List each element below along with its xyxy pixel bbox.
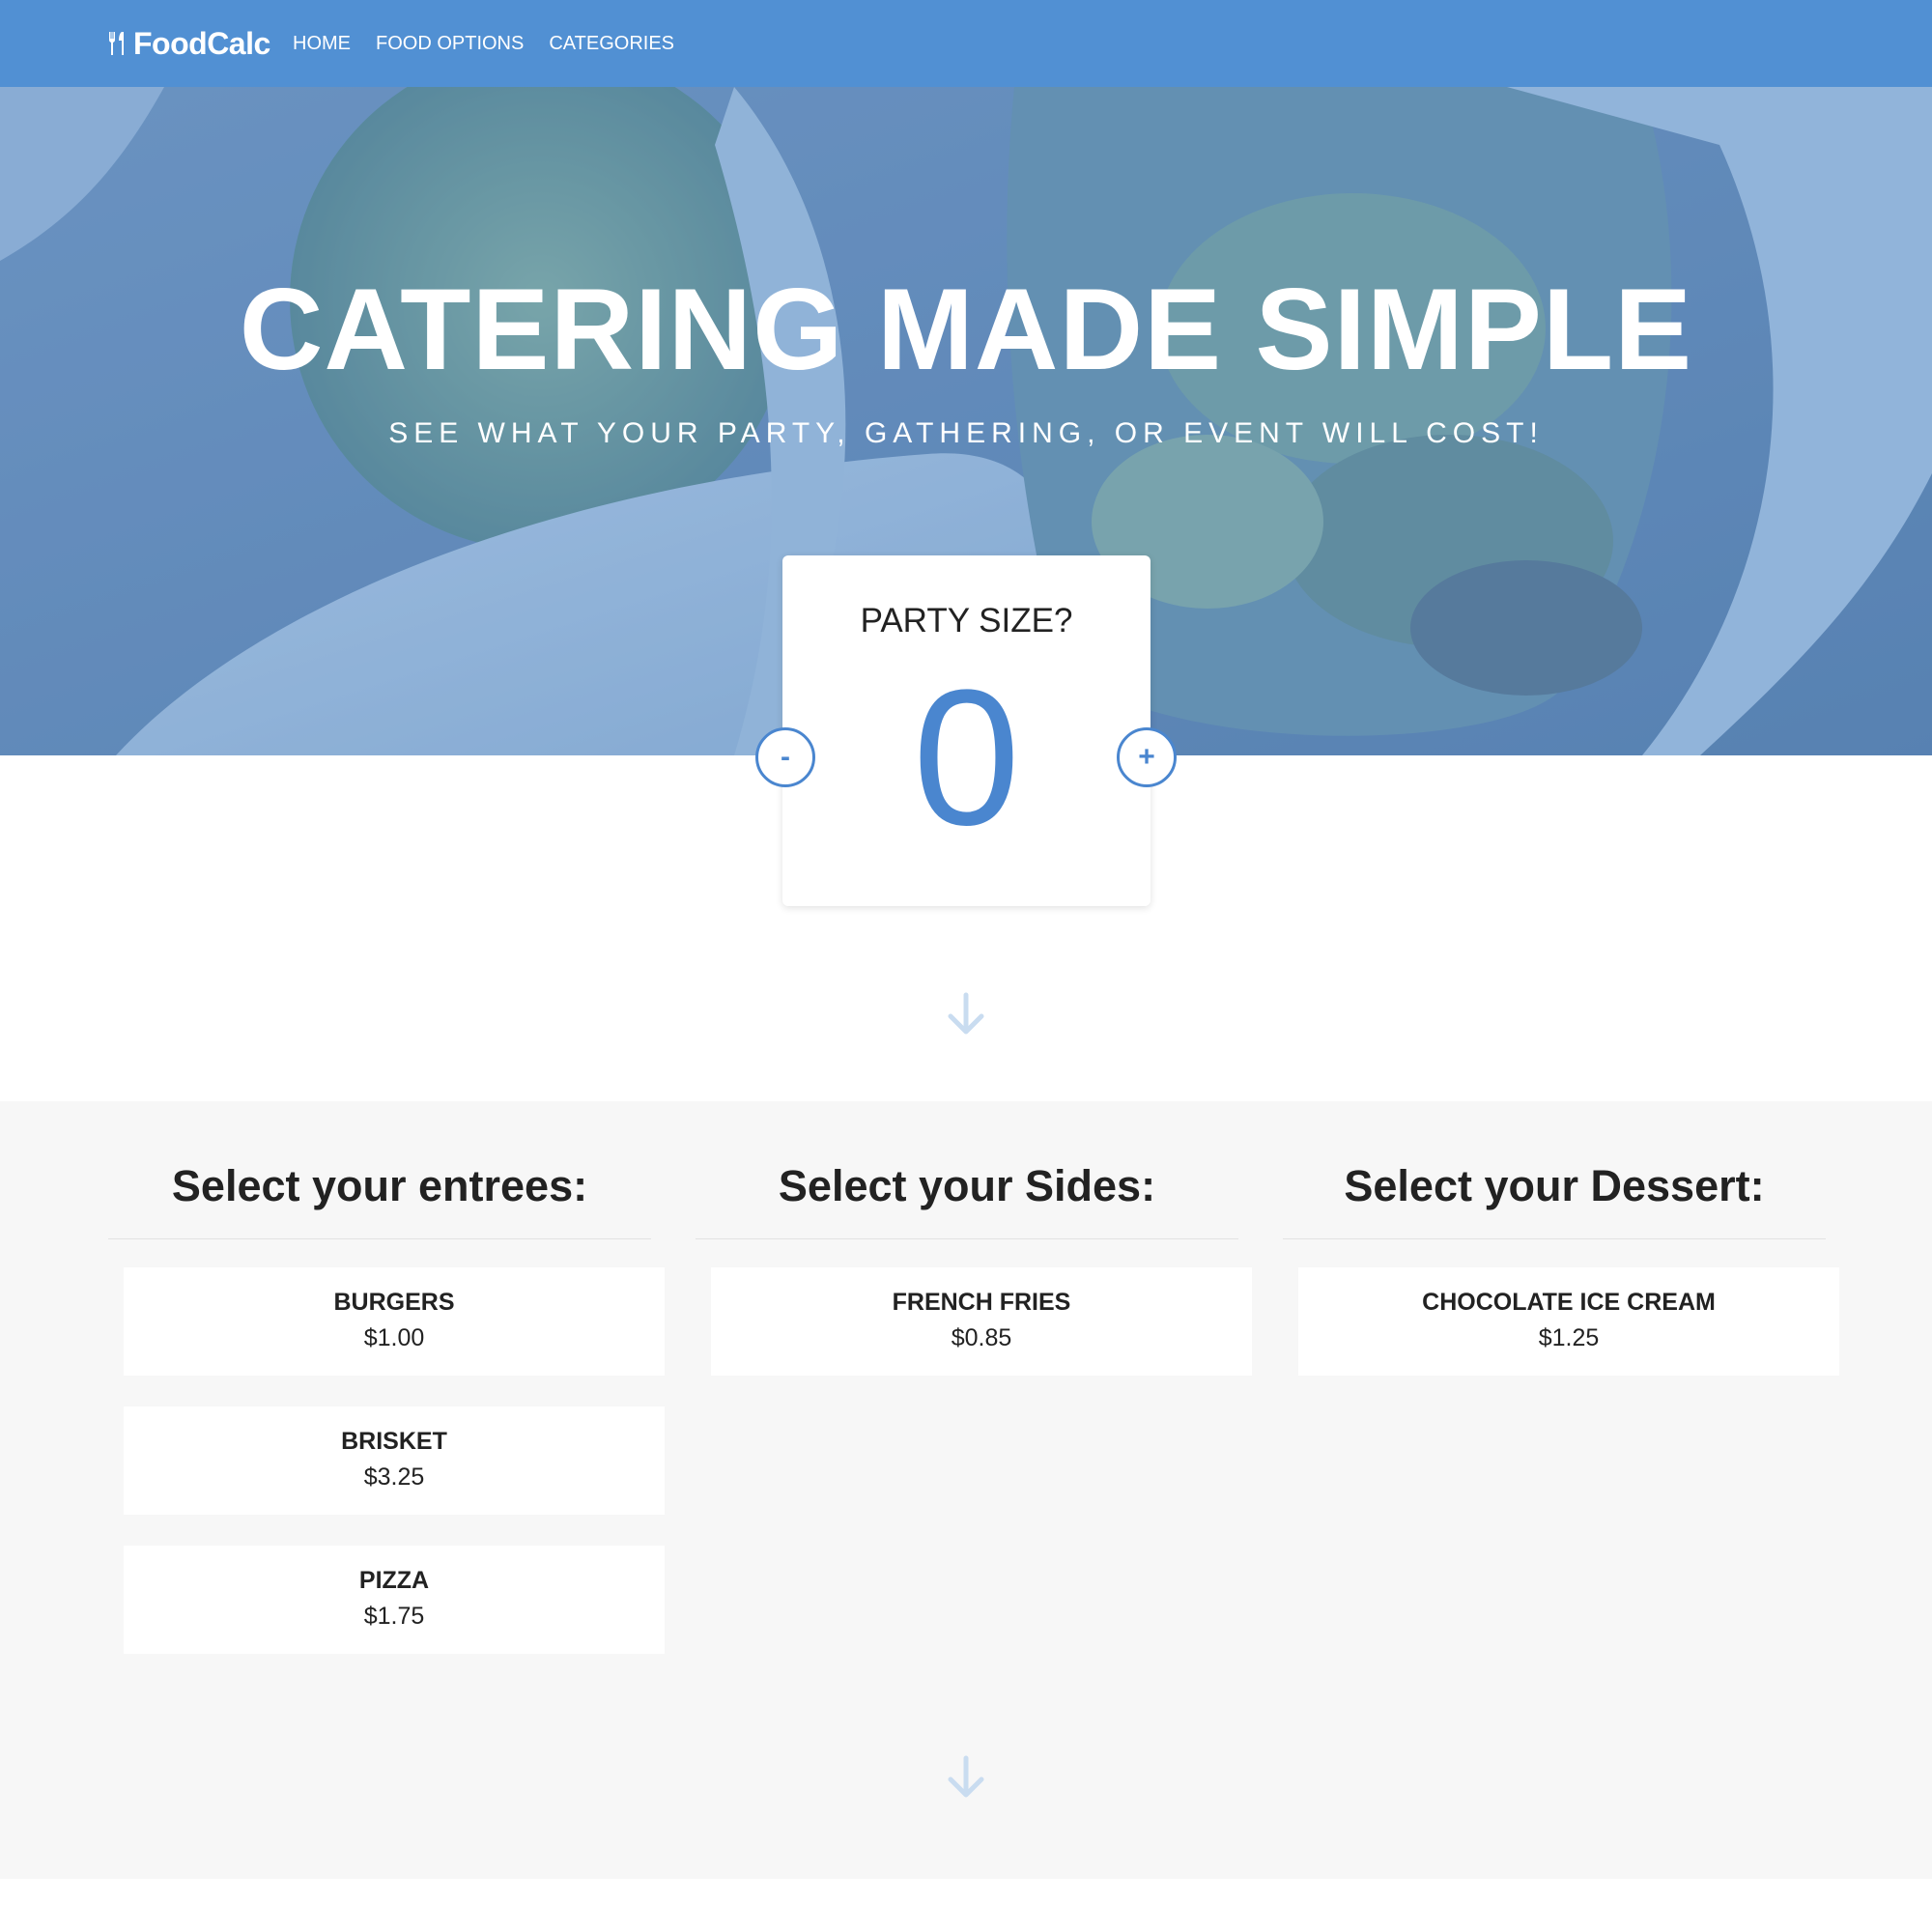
menu-item-price: $1.75 bbox=[363, 1603, 425, 1630]
menu-item-price: $3.25 bbox=[363, 1463, 425, 1491]
menu-item-name: CHOCOLATE ICE CREAM bbox=[1422, 1289, 1716, 1316]
brand-name: FoodCalc bbox=[133, 25, 270, 61]
party-size-value: 0 bbox=[912, 650, 1021, 866]
menu-item-price: $1.00 bbox=[363, 1324, 425, 1351]
menu-item-card[interactable]: PIZZA $1.75 bbox=[124, 1546, 665, 1654]
menu-item-card[interactable]: BURGERS $1.00 bbox=[124, 1267, 665, 1376]
navbar: FoodCalc HOME FOOD OPTIONS CATEGORIES bbox=[0, 0, 1932, 87]
menu-item-name: BURGERS bbox=[333, 1289, 455, 1316]
menu-item-price: $1.25 bbox=[1538, 1324, 1600, 1351]
divider bbox=[1283, 1238, 1826, 1239]
decrease-party-button[interactable]: - bbox=[755, 727, 815, 787]
party-size-card: PARTY SIZE? 0 bbox=[782, 555, 1151, 906]
entrees-heading: Select your entrees: bbox=[171, 1161, 588, 1210]
nav-link-food-options[interactable]: FOOD OPTIONS bbox=[376, 33, 524, 55]
increase-party-button[interactable]: + bbox=[1117, 727, 1177, 787]
menu-item-card[interactable]: FRENCH FRIES $0.85 bbox=[711, 1267, 1252, 1376]
hero-subtitle: SEE WHAT YOUR PARTY, GATHERING, OR EVENT… bbox=[388, 417, 1544, 449]
arrow-down-icon[interactable] bbox=[942, 1753, 990, 1802]
divider bbox=[696, 1238, 1238, 1239]
sides-heading: Select your Sides: bbox=[778, 1161, 1156, 1210]
menu-item-name: FRENCH FRIES bbox=[892, 1289, 1071, 1316]
dessert-heading: Select your Dessert: bbox=[1344, 1161, 1765, 1210]
divider bbox=[108, 1238, 651, 1239]
nav-link-home[interactable]: HOME bbox=[293, 33, 351, 55]
hero-title: CATERING MADE SIMPLE bbox=[239, 265, 1693, 394]
nav-links: HOME FOOD OPTIONS CATEGORIES bbox=[293, 0, 674, 87]
menu-item-card[interactable]: CHOCOLATE ICE CREAM $1.25 bbox=[1298, 1267, 1839, 1376]
brand-logo[interactable]: FoodCalc bbox=[106, 0, 270, 87]
party-size-label: PARTY SIZE? bbox=[860, 602, 1073, 639]
arrow-down-icon[interactable] bbox=[942, 990, 990, 1038]
menu-item-price: $0.85 bbox=[951, 1324, 1012, 1351]
utensils-icon bbox=[106, 30, 129, 57]
menu-item-name: PIZZA bbox=[358, 1567, 430, 1594]
nav-link-categories[interactable]: CATEGORIES bbox=[549, 33, 674, 55]
menu-item-card[interactable]: BRISKET $3.25 bbox=[124, 1406, 665, 1515]
menu-item-name: BRISKET bbox=[341, 1428, 447, 1455]
